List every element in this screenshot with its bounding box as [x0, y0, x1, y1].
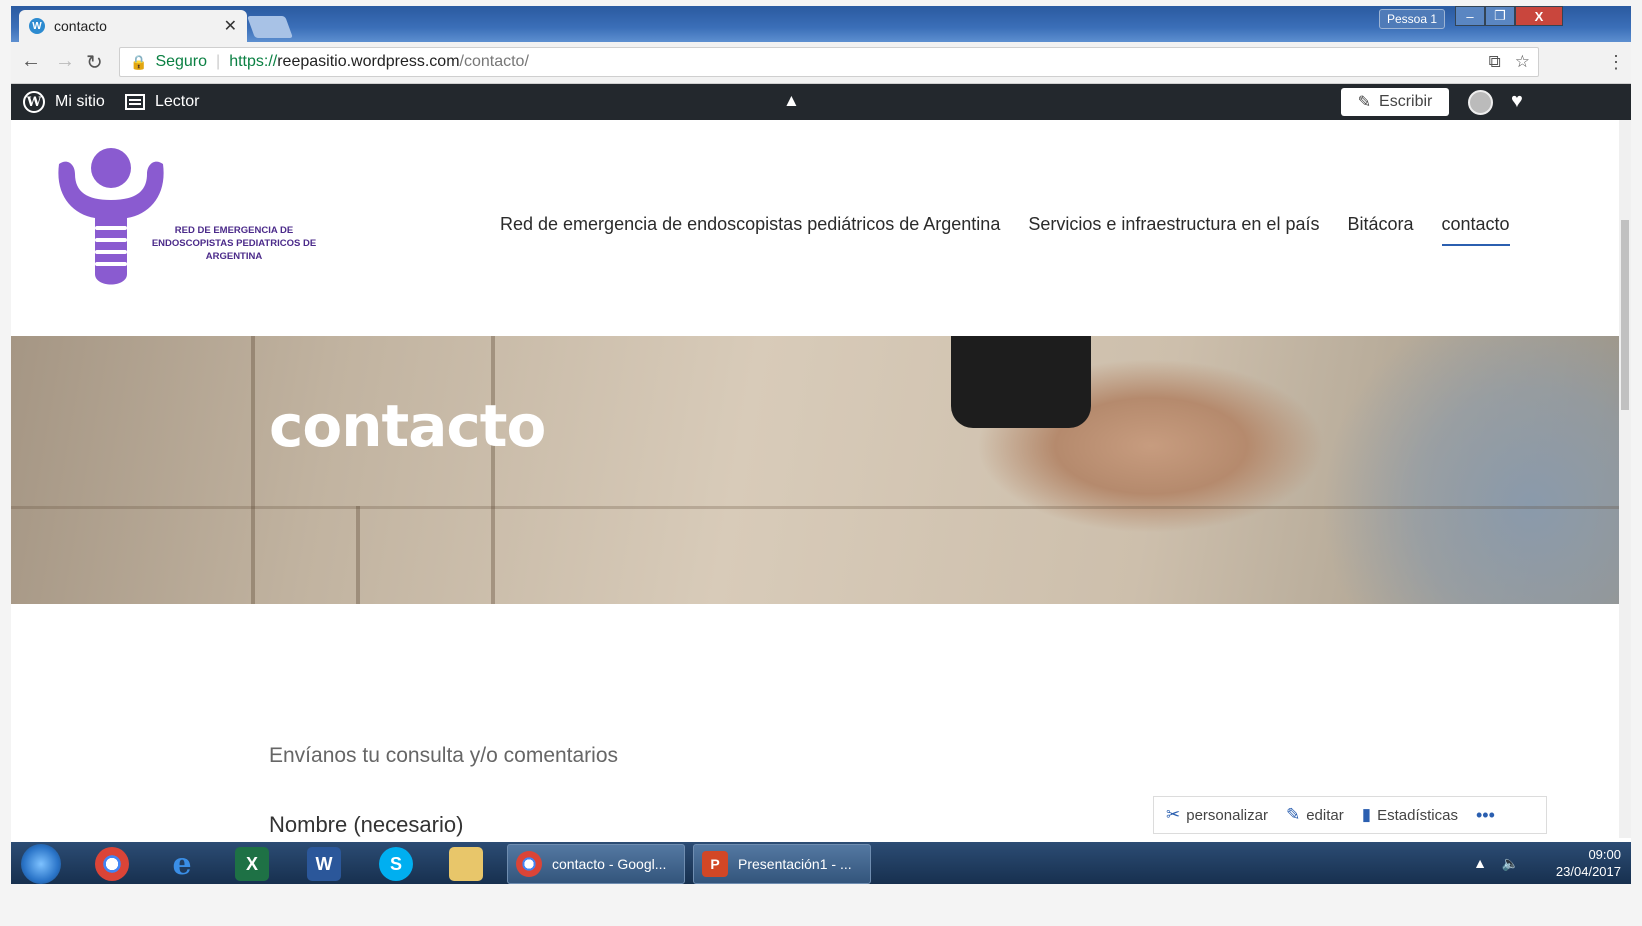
- chrome-small-icon: [516, 851, 542, 877]
- user-avatar[interactable]: [1468, 90, 1493, 115]
- forward-arrow-icon[interactable]: →: [55, 50, 75, 73]
- customize-button[interactable]: ✂ personalizar: [1166, 805, 1268, 825]
- secure-label: Seguro: [155, 53, 208, 70]
- wood-plank-line: [356, 506, 360, 604]
- tab-strip: W contacto ✕ Pessoa 1 – ❐ X: [11, 6, 1631, 42]
- url-host: reepasitio.wordpress.com: [277, 53, 460, 70]
- notifications-icon[interactable]: ♥: [1511, 90, 1523, 113]
- address-bar[interactable]: 🔒 Seguro | https://reepasitio.wordpress.…: [119, 47, 1539, 77]
- url-scheme: https://: [229, 53, 278, 70]
- reader-icon: [125, 94, 145, 110]
- wp-action-bar: ✂ personalizar ✎ editar ▮ Estadísticas •••: [1153, 796, 1547, 834]
- powerpoint-icon: P: [702, 851, 728, 877]
- taskbar-task-chrome[interactable]: contacto - Googl...: [507, 844, 685, 884]
- site-logo[interactable]: RED DE EMERGENCIA DE ENDOSCOPISTAS PEDIA…: [51, 144, 321, 294]
- site-page: RED DE EMERGENCIA DE ENDOSCOPISTAS PEDIA…: [11, 120, 1631, 884]
- phone-image: [951, 336, 1091, 428]
- collapse-arrow-icon[interactable]: ▲: [783, 91, 800, 111]
- name-field-label: Nombre (necesario): [269, 812, 464, 837]
- main-navigation: Red de emergencia de endoscopistas pediá…: [500, 214, 1510, 246]
- taskbar-task-powerpoint[interactable]: P Presentación1 - ...: [693, 844, 871, 884]
- skype-icon[interactable]: S: [379, 847, 413, 881]
- chrome-icon[interactable]: [95, 847, 129, 881]
- edit-button[interactable]: ✎ editar: [1286, 805, 1344, 825]
- wordpress-logo-icon: W: [23, 91, 45, 113]
- lock-icon: 🔒: [130, 53, 148, 70]
- reload-icon[interactable]: ↻: [86, 50, 103, 75]
- wood-plank-line: [11, 506, 1631, 509]
- hero-title: contacto: [269, 392, 546, 460]
- nav-item-contacto[interactable]: contacto: [1441, 214, 1510, 246]
- browser-menu-icon[interactable]: ⋮: [1607, 52, 1625, 73]
- pencil-icon: ✎: [1285, 805, 1301, 824]
- bookmark-star-icon[interactable]: ☆: [1515, 52, 1530, 72]
- minimize-button[interactable]: –: [1455, 6, 1485, 26]
- new-tab-button[interactable]: [246, 16, 294, 38]
- clock-date: 23/04/2017: [1555, 864, 1621, 879]
- excel-icon[interactable]: X: [235, 847, 269, 881]
- bar-chart-icon: ▮: [1361, 805, 1372, 824]
- restore-button[interactable]: ❐: [1485, 6, 1515, 26]
- translate-icon[interactable]: ⧉: [1489, 52, 1501, 72]
- wood-plank-line: [251, 336, 255, 604]
- url-path: /contacto/: [459, 53, 529, 70]
- word-icon[interactable]: W: [307, 847, 341, 881]
- write-label: Escribir: [1379, 93, 1433, 110]
- edit-label: editar: [1306, 807, 1344, 824]
- contact-intro-text: Envíanos tu consulta y/o comentarios: [269, 744, 619, 767]
- browser-window: W contacto ✕ Pessoa 1 – ❐ X ← → ↻ 🔒 Segu…: [11, 6, 1631, 884]
- tab-title: contacto: [54, 18, 107, 34]
- wordpress-favicon-icon: W: [29, 18, 45, 34]
- reader-label: Lector: [155, 93, 200, 110]
- internet-explorer-icon[interactable]: e: [165, 847, 199, 882]
- back-arrow-icon[interactable]: ←: [21, 50, 41, 73]
- tab-contacto[interactable]: W contacto ✕: [19, 10, 247, 42]
- customize-label: personalizar: [1186, 807, 1268, 824]
- system-clock[interactable]: 09:00 23/04/2017: [1556, 846, 1621, 880]
- tools-icon: ✂: [1166, 805, 1181, 824]
- clock-time: 09:00: [1588, 847, 1621, 862]
- browser-toolbar: ← → ↻ 🔒 Seguro | https://reepasitio.word…: [11, 42, 1631, 84]
- pencil-square-icon: ✎: [1357, 94, 1372, 111]
- window-controls: – ❐ X: [1455, 6, 1563, 28]
- start-button[interactable]: [21, 844, 61, 884]
- close-tab-icon[interactable]: ✕: [224, 16, 237, 36]
- wordpress-admin-bar: W Mi sitio Lector ▲ ✎ Escribir ♥: [11, 84, 1631, 120]
- chrome-task-label: contacto - Googl...: [552, 856, 667, 872]
- address-separator: |: [216, 53, 221, 70]
- tray-expand-icon[interactable]: ▲: [1473, 855, 1487, 871]
- reader-button[interactable]: Lector: [125, 84, 199, 120]
- intestine-logo-icon: [58, 148, 164, 285]
- logo-text: RED DE EMERGENCIA DE ENDOSCOPISTAS PEDIA…: [151, 225, 317, 262]
- nav-item-red-de-emergencia[interactable]: Red de emergencia de endoscopistas pediá…: [500, 214, 1000, 246]
- write-button[interactable]: ✎ Escribir: [1341, 88, 1449, 116]
- page-scrollbar[interactable]: [1619, 120, 1631, 838]
- file-explorer-icon[interactable]: [449, 847, 483, 881]
- more-options-icon[interactable]: •••: [1476, 805, 1495, 826]
- scrollbar-thumb[interactable]: [1621, 220, 1629, 410]
- nav-item-bitacora[interactable]: Bitácora: [1347, 214, 1413, 246]
- volume-icon[interactable]: 🔈: [1502, 855, 1519, 872]
- omnibox-actions: ⧉ ☆: [1489, 52, 1530, 72]
- wood-plank-line: [491, 336, 495, 604]
- screen: W contacto ✕ Pessoa 1 – ❐ X ← → ↻ 🔒 Segu…: [0, 0, 1642, 926]
- stats-label: Estadísticas: [1377, 807, 1458, 824]
- close-window-button[interactable]: X: [1515, 6, 1563, 26]
- profile-button[interactable]: Pessoa 1: [1379, 9, 1445, 29]
- hero-banner: contacto: [11, 336, 1631, 604]
- ppt-task-label: Presentación1 - ...: [738, 856, 852, 872]
- stats-button[interactable]: ▮ Estadísticas: [1362, 805, 1458, 825]
- windows-taskbar: e X W S contacto - Googl... P Presentaci…: [11, 842, 1631, 884]
- my-site-label: Mi sitio: [55, 93, 105, 110]
- my-site-button[interactable]: W Mi sitio: [23, 84, 105, 120]
- nav-item-servicios[interactable]: Servicios e infraestructura en el país: [1028, 214, 1319, 246]
